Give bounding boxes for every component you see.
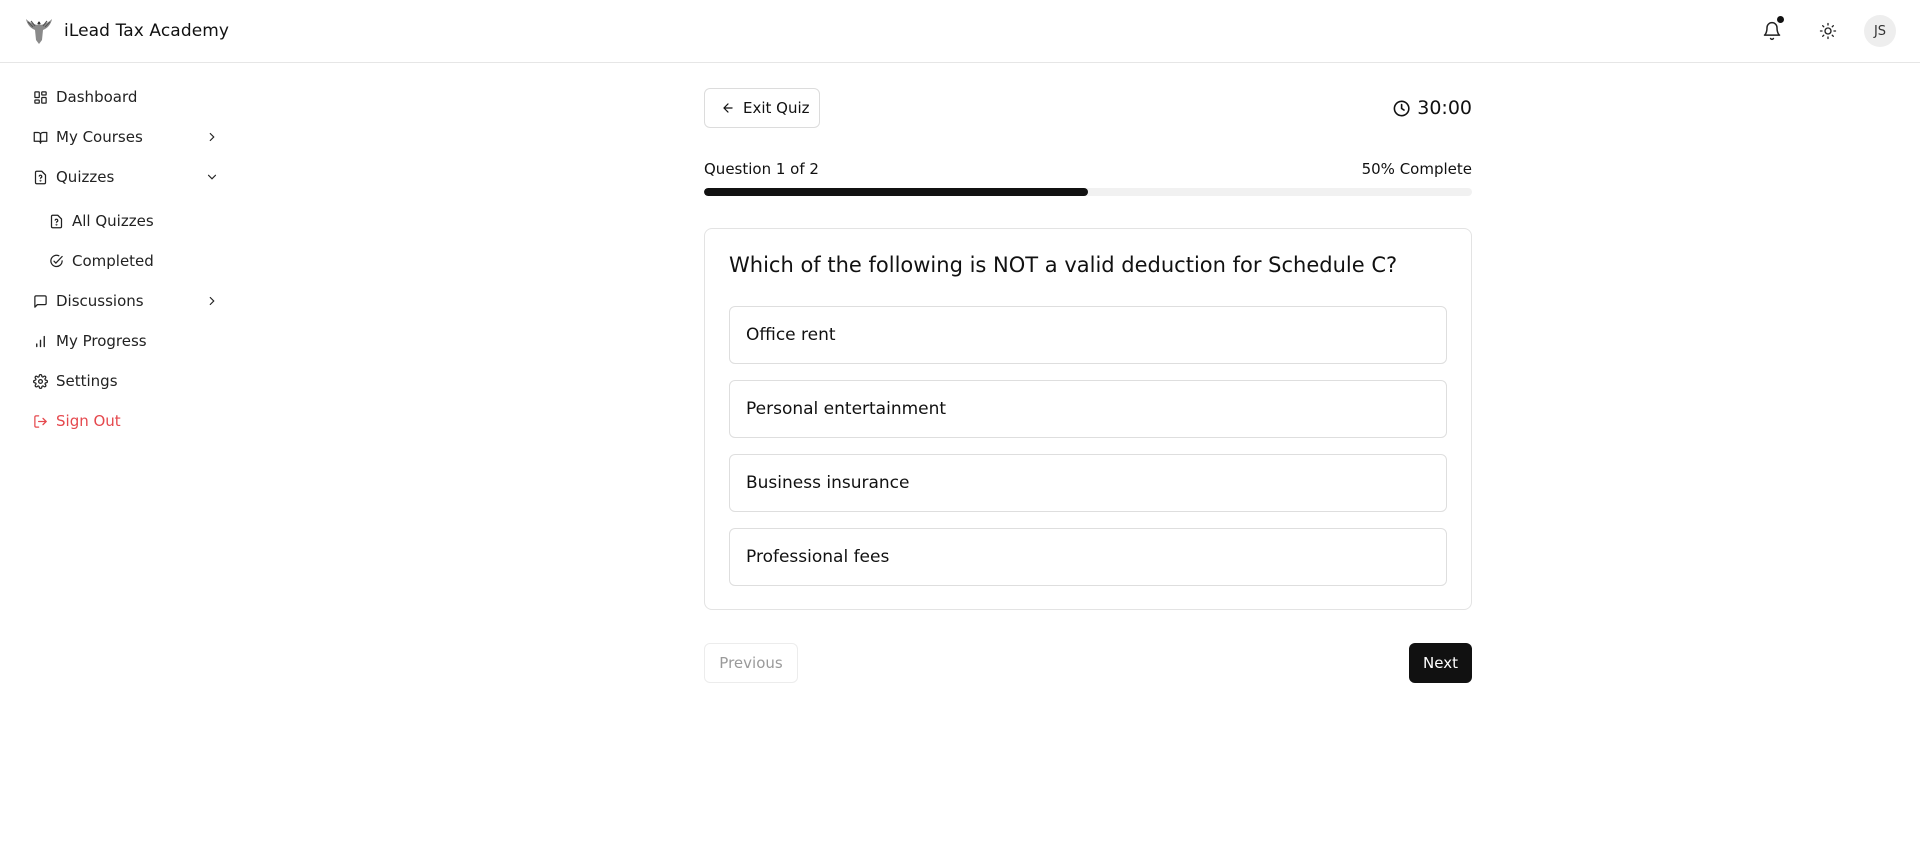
- question-card: Which of the following is NOT a valid de…: [704, 228, 1472, 610]
- quiz-timer: 30:00: [1392, 94, 1472, 122]
- bell-icon: [1763, 21, 1781, 41]
- sidebar-item-label: My Courses: [56, 128, 143, 146]
- chevron-down-icon: [204, 169, 220, 185]
- previous-button[interactable]: Previous: [704, 643, 798, 683]
- timer-value: 30:00: [1417, 97, 1472, 119]
- book-icon: [32, 129, 48, 145]
- user-avatar[interactable]: JS: [1864, 15, 1896, 47]
- check-circle-icon: [48, 253, 64, 269]
- sidebar-item-label: Dashboard: [56, 88, 138, 106]
- sidebar-item-settings[interactable]: Settings: [24, 364, 228, 398]
- sidebar-item-label: All Quizzes: [72, 212, 154, 230]
- progress-percent: 50% Complete: [1361, 160, 1472, 178]
- message-square-icon: [32, 293, 48, 309]
- eagle-logo-icon: [26, 19, 52, 44]
- sidebar-item-label: Completed: [72, 252, 154, 270]
- answer-option[interactable]: Business insurance: [729, 454, 1447, 512]
- quiz-file-icon: [32, 169, 48, 185]
- next-button[interactable]: Next: [1409, 643, 1472, 683]
- chevron-right-icon: [204, 129, 220, 145]
- clock-icon: [1393, 99, 1410, 117]
- answer-option[interactable]: Office rent: [729, 306, 1447, 364]
- bar-chart-icon: [32, 333, 48, 349]
- sidebar-item-all-quizzes[interactable]: All Quizzes: [40, 204, 228, 238]
- answer-option[interactable]: Professional fees: [729, 528, 1447, 586]
- theme-toggle-button[interactable]: [1810, 13, 1846, 49]
- progress-bar: [704, 188, 1472, 196]
- sidebar-item-dashboard[interactable]: Dashboard: [24, 80, 228, 114]
- answer-option[interactable]: Personal entertainment: [729, 380, 1447, 438]
- sidebar-item-completed[interactable]: Completed: [40, 244, 228, 278]
- chevron-right-icon: [204, 293, 220, 309]
- sidebar-item-label: Quizzes: [56, 168, 115, 186]
- progress-bar-fill: [704, 188, 1088, 196]
- question-counter: Question 1 of 2: [704, 160, 819, 178]
- notifications-button[interactable]: [1754, 13, 1790, 49]
- dashboard-icon: [32, 89, 48, 105]
- sidebar-item-label: Discussions: [56, 292, 144, 310]
- sidebar-item-my-courses[interactable]: My Courses: [24, 120, 228, 154]
- gear-icon: [32, 373, 48, 389]
- sidebar-item-sign-out[interactable]: Sign Out: [24, 404, 228, 438]
- exit-quiz-button[interactable]: Exit Quiz: [704, 88, 820, 128]
- progress-info: Question 1 of 2 50% Complete: [704, 160, 1472, 180]
- sidebar-item-discussions[interactable]: Discussions: [24, 284, 228, 318]
- arrow-left-icon: [723, 103, 733, 113]
- sun-icon: [1819, 22, 1837, 40]
- quiz-file-icon: [48, 213, 64, 229]
- sidebar-item-label: Sign Out: [56, 412, 121, 430]
- sidebar-item-quizzes[interactable]: Quizzes: [24, 160, 228, 194]
- notification-badge: [1777, 16, 1784, 23]
- app-title: iLead Tax Academy: [64, 21, 230, 41]
- sidebar-item-my-progress[interactable]: My Progress: [24, 324, 228, 358]
- sidebar-item-label: My Progress: [56, 332, 147, 350]
- brand[interactable]: iLead Tax Academy: [24, 14, 229, 48]
- question-text: Which of the following is NOT a valid de…: [729, 253, 1398, 277]
- log-out-icon: [32, 413, 48, 429]
- top-header: iLead Tax Academy JS: [0, 0, 1920, 63]
- sidebar-item-label: Settings: [56, 372, 118, 390]
- exit-quiz-label: Exit Quiz: [743, 99, 810, 117]
